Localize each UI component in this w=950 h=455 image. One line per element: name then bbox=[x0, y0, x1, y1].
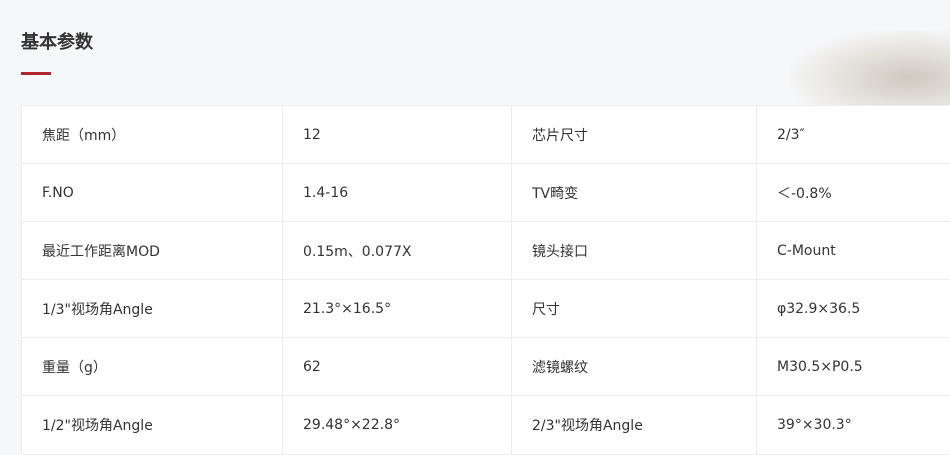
spec-value: 21.3°×16.5° bbox=[283, 280, 512, 338]
title-accent-bar bbox=[21, 72, 51, 75]
table-row: 1/2"视场角Angle 29.48°×22.8° 2/3"视场角Angle 3… bbox=[22, 396, 950, 455]
spec-value: M30.5×P0.5 bbox=[757, 338, 950, 396]
spec-value: 2/3″ bbox=[757, 106, 950, 164]
table-row: 焦距（mm） 12 芯片尺寸 2/3″ bbox=[22, 106, 950, 164]
spec-value: ＜-0.8% bbox=[757, 164, 950, 222]
spec-label: 重量（g） bbox=[22, 338, 283, 396]
spec-label: TV畸变 bbox=[512, 164, 757, 222]
table-row: F.NO 1.4-16 TV畸变 ＜-0.8% bbox=[22, 164, 950, 222]
spec-table: 焦距（mm） 12 芯片尺寸 2/3″ F.NO 1.4-16 TV畸变 ＜-0… bbox=[21, 105, 950, 455]
spec-label: F.NO bbox=[22, 164, 283, 222]
spec-label: 镜头接口 bbox=[512, 222, 757, 280]
spec-label: 尺寸 bbox=[512, 280, 757, 338]
table-row: 1/3"视场角Angle 21.3°×16.5° 尺寸 φ32.9×36.5 bbox=[22, 280, 950, 338]
spec-value: 39°×30.3° bbox=[757, 396, 950, 455]
spec-label: 芯片尺寸 bbox=[512, 106, 757, 164]
spec-value: 12 bbox=[283, 106, 512, 164]
spec-value: 0.15m、0.077X bbox=[283, 222, 512, 280]
spec-label: 2/3"视场角Angle bbox=[512, 396, 757, 455]
spec-label: 焦距（mm） bbox=[22, 106, 283, 164]
spec-value: φ32.9×36.5 bbox=[757, 280, 950, 338]
section-title: 基本参数 bbox=[21, 28, 93, 54]
spec-value: 29.48°×22.8° bbox=[283, 396, 512, 455]
spec-label: 最近工作距离MOD bbox=[22, 222, 283, 280]
spec-label: 滤镜螺纹 bbox=[512, 338, 757, 396]
spec-label: 1/2"视场角Angle bbox=[22, 396, 283, 455]
spec-value: 62 bbox=[283, 338, 512, 396]
spec-label: 1/3"视场角Angle bbox=[22, 280, 283, 338]
spec-value: C-Mount bbox=[757, 222, 950, 280]
background-product-photo bbox=[790, 30, 950, 110]
table-row: 重量（g） 62 滤镜螺纹 M30.5×P0.5 bbox=[22, 338, 950, 396]
spec-value: 1.4-16 bbox=[283, 164, 512, 222]
table-row: 最近工作距离MOD 0.15m、0.077X 镜头接口 C-Mount bbox=[22, 222, 950, 280]
